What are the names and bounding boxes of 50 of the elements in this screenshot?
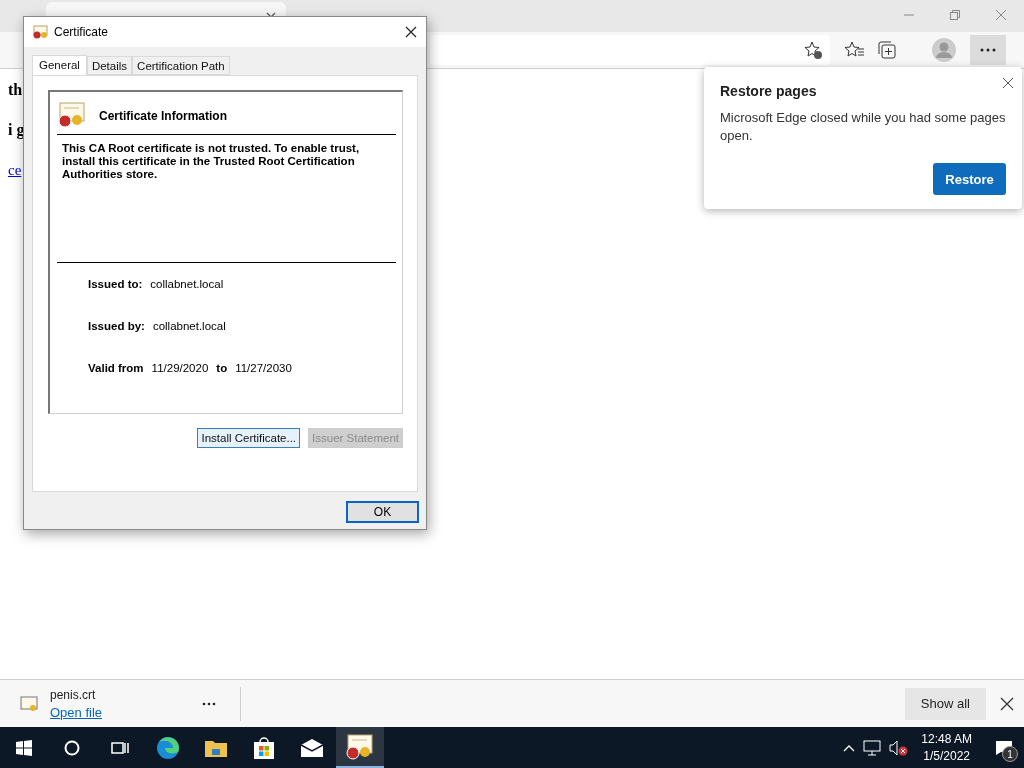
speaker-muted-icon[interactable]	[889, 739, 910, 756]
show-all-button[interactable]: Show all	[904, 687, 986, 720]
page-heading: th	[8, 81, 23, 99]
certificate-file-icon	[20, 695, 38, 712]
close-icon[interactable]	[1002, 77, 1014, 89]
field-label: Issued to:	[88, 278, 143, 290]
collections-icon[interactable]	[878, 41, 896, 59]
dialog-tab[interactable]: Details	[86, 56, 133, 75]
page-link[interactable]: ce	[8, 162, 22, 178]
search-icon	[64, 739, 80, 756]
file-name: penis.crt	[50, 687, 97, 702]
notification-badge: 1	[1002, 746, 1018, 762]
task-view-icon	[111, 739, 129, 756]
info-heading: Certificate Information	[99, 109, 227, 123]
trust-message: This CA Root certificate is not trusted. To enable trust, install this certificate in the Trusted Root Certification Authorities store.	[57, 135, 396, 263]
certificate-icon	[345, 733, 375, 760]
restore-button[interactable]: Restore	[933, 163, 1006, 195]
edge-logo-icon	[156, 735, 180, 760]
field-value: collabnet.local	[150, 278, 224, 290]
chevron-up-icon[interactable]	[843, 743, 856, 752]
restore-icon[interactable]	[950, 10, 960, 20]
field-value: 11/29/2020	[151, 362, 209, 374]
close-icon[interactable]	[1000, 696, 1014, 711]
more-icon	[980, 48, 996, 52]
notification-button[interactable]: 1	[984, 727, 1024, 768]
windows-logo-icon	[16, 739, 32, 756]
taskbar-app[interactable]	[336, 727, 384, 768]
field-value: 11/27/2030	[235, 362, 292, 374]
field-label: Valid from	[88, 362, 144, 374]
dialog-tab[interactable]: Certification Path	[132, 56, 230, 75]
envelope-icon	[300, 738, 324, 757]
close-icon[interactable]	[405, 26, 417, 38]
more-icon[interactable]	[202, 701, 217, 706]
field-label: Issued by:	[88, 320, 145, 332]
favorites-icon[interactable]	[844, 41, 864, 59]
dialog-title: Certificate	[54, 25, 109, 39]
avatar-icon[interactable]	[932, 38, 956, 62]
open-file-link[interactable]: Open file	[50, 704, 103, 720]
dialog-tab[interactable]: General	[32, 55, 87, 75]
clock[interactable]: 12:48 AM 1/5/2022	[921, 730, 972, 765]
field-label: to	[216, 362, 228, 374]
field-value: collabnet.local	[152, 320, 226, 332]
popup-message: Microsoft Edge closed while you had some pages open.	[720, 109, 1006, 145]
shopping-bag-icon	[252, 735, 276, 760]
popup-title: Restore pages	[720, 83, 818, 99]
dialog-button[interactable]: Install Certificate...	[197, 428, 301, 448]
favorite-add-icon[interactable]	[804, 41, 822, 59]
certificate-icon	[32, 25, 48, 39]
network-icon[interactable]	[863, 739, 882, 756]
ok-button[interactable]: OK	[346, 501, 419, 523]
